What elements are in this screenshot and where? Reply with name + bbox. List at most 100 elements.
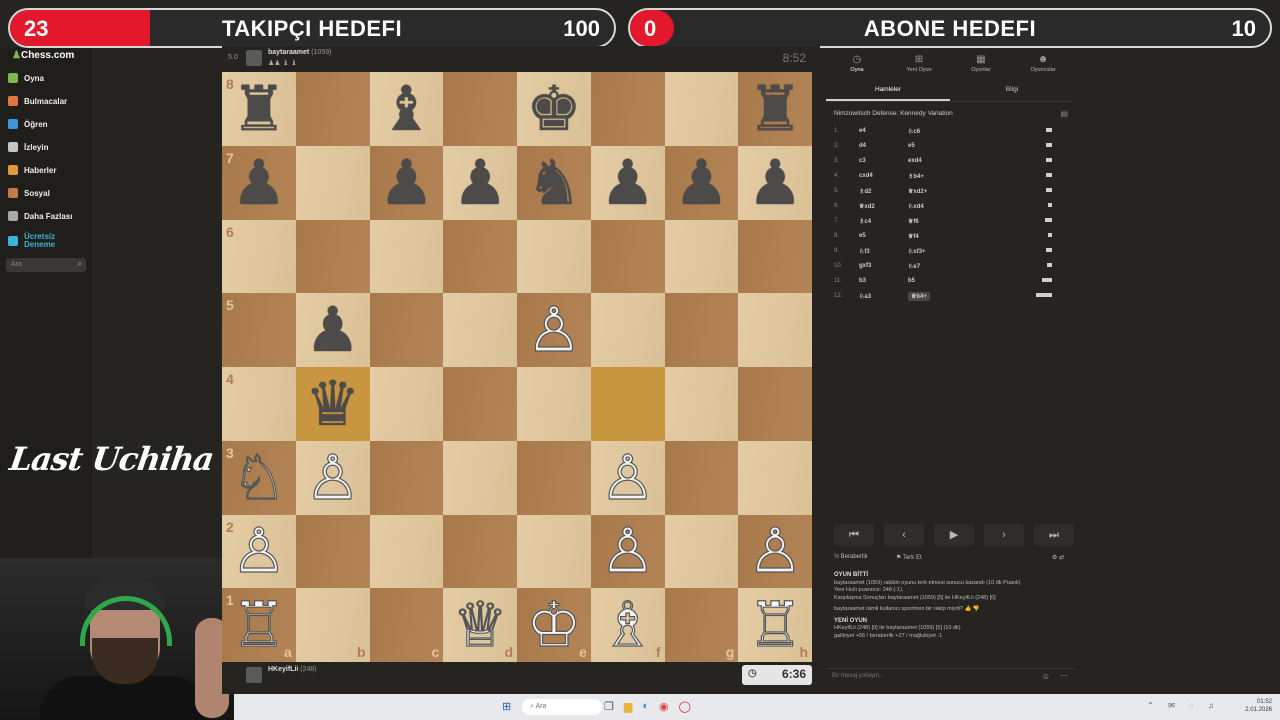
square-d5[interactable] [443,293,517,367]
black-move[interactable]: e5 [908,143,915,149]
subtab-0[interactable]: Hamleler [826,80,950,101]
tab-1[interactable]: ⊞ Yeni Oyun [888,48,950,78]
sidebar-item-0[interactable]: Oyna [8,70,44,86]
square-e8[interactable]: ♚ [517,72,591,146]
subtab-1[interactable]: Bilgi [950,80,1074,101]
square-b5[interactable]: ♟ [295,293,370,367]
sidebar-search-input[interactable]: Ara ⌕ [6,258,86,272]
black-pawn-piece[interactable]: ♟ [231,151,287,214]
top-player-name[interactable]: baytaraamet (1059) [268,49,331,56]
white-move[interactable]: ♗d2 [859,188,871,195]
square-g4[interactable] [664,367,739,441]
square-b8[interactable] [295,72,370,146]
white-pawn-piece[interactable]: ♙ [525,298,582,361]
thumbs-up-icon[interactable]: 👍 [965,606,972,612]
black-queen-piece[interactable]: ♛ [305,372,361,435]
white-knight-piece[interactable]: ♘ [230,446,287,509]
more-icon[interactable]: ⋯ [1060,671,1068,680]
square-h4[interactable] [738,367,812,441]
square-g3[interactable] [664,440,739,515]
square-f7[interactable]: ♟ [590,145,665,220]
square-h8[interactable]: ♜ [738,72,812,146]
chess-board[interactable]: 8 ♜ ♝ ♚ ♜ 7 ♟ ♟ ♟ ♞ ♟ ♟ ♟ 6 5 ♟ ♙ 4 ♛ 3 ♘ ♙ ♙ 2 ♙ ♙ ♙ 1 a ♖ b c d ♕ e ♔ f ♗ g h… [222,72,812,662]
square-d6[interactable] [443,219,517,294]
chrome-icon[interactable]: ◉ [659,700,669,713]
white-move[interactable]: d4 [859,143,866,149]
black-move[interactable]: ♕f4 [908,233,919,240]
white-rook-piece[interactable]: ♖ [230,593,287,656]
black-move[interactable]: ♘xf3+ [908,248,926,255]
sidebar-item-4[interactable]: Haberler [8,162,56,178]
square-a5[interactable]: 5 [222,293,296,367]
black-pawn-piece[interactable]: ♟ [600,151,656,214]
next-move-button[interactable]: › [984,524,1024,546]
square-g8[interactable] [664,72,739,146]
task-view-icon[interactable]: ❐ [604,700,614,713]
white-move[interactable]: gxf3 [859,263,871,269]
settings-icon[interactable]: ⚙ ⇄ [1052,554,1064,561]
white-move[interactable]: ♗c4 [859,218,871,225]
black-move[interactable]: ♘e7 [908,263,920,270]
white-pawn-piece[interactable]: ♙ [599,519,656,582]
square-c2[interactable] [369,514,444,589]
black-knight-piece[interactable]: ♞ [526,151,582,214]
system-tray-icons[interactable]: ⌃ ✉ ◌ ♫ [1147,701,1220,710]
white-move[interactable]: cxd4 [859,173,873,179]
opera-icon[interactable]: ◯ [679,700,691,713]
resign-button[interactable]: ⚑ Terk Et [896,554,922,561]
last-move-button[interactable]: ⏭ [1034,524,1074,546]
black-move[interactable]: ♕b4+ [908,292,930,301]
black-pawn-piece[interactable]: ♟ [305,299,361,361]
first-move-button[interactable]: ⏮ [834,524,874,546]
white-pawn-piece[interactable]: ♙ [230,519,287,582]
sidebar-item-1[interactable]: Bulmacalar [8,93,67,109]
bottom-player-name[interactable]: HKeyifLii (248) [268,666,317,673]
square-a4[interactable]: 4 [222,367,296,441]
tab-0[interactable]: ◷ Oyna [826,48,888,78]
square-d4[interactable] [443,367,517,441]
square-h3[interactable] [738,440,812,515]
square-a8[interactable]: 8 ♜ [222,72,296,146]
thumbs-down-icon[interactable]: 👎 [973,606,980,612]
white-rook-piece[interactable]: ♖ [747,593,804,656]
square-h7[interactable]: ♟ [738,145,812,220]
black-move[interactable]: ♕f6 [908,218,919,225]
square-f3[interactable]: ♙ [590,440,665,515]
square-c6[interactable] [369,219,444,294]
white-move[interactable]: b3 [859,278,866,284]
square-e4[interactable] [517,367,591,441]
square-d2[interactable] [443,514,517,589]
square-g5[interactable] [664,293,739,367]
square-f8[interactable] [590,72,665,146]
file-explorer-icon[interactable]: ▆ [624,700,632,713]
square-f1[interactable]: f ♗ [590,588,665,662]
white-move[interactable]: e5 [859,233,866,239]
black-rook-piece[interactable]: ♜ [747,77,803,140]
square-c7[interactable]: ♟ [369,145,444,220]
square-c3[interactable] [369,440,444,515]
square-g7[interactable]: ♟ [664,145,739,220]
white-move[interactable]: ♕xd2 [859,203,875,210]
taskbar-search[interactable]: ⌕ Ara [522,699,602,715]
prev-move-button[interactable]: ‹ [884,524,924,546]
sidebar-item-5[interactable]: Sosyal [8,185,50,201]
black-pawn-piece[interactable]: ♟ [674,151,730,214]
square-a3[interactable]: 3 ♘ [222,440,296,515]
square-h6[interactable] [738,219,812,294]
black-move[interactable]: exd4 [908,158,922,164]
square-f2[interactable]: ♙ [590,514,665,589]
black-move[interactable]: ♗b4+ [908,173,924,180]
white-move[interactable]: ♘a3 [859,293,871,300]
white-king-piece[interactable]: ♔ [525,593,582,656]
square-f4[interactable] [590,367,665,441]
white-queen-piece[interactable]: ♕ [452,593,509,656]
black-bishop-piece[interactable]: ♝ [379,77,435,140]
bottom-player-avatar[interactable] [246,667,262,683]
square-a6[interactable]: 6 [222,219,296,294]
square-d7[interactable]: ♟ [443,145,517,220]
white-move[interactable]: e4 [859,128,866,134]
square-e7[interactable]: ♞ [517,145,591,220]
draw-button[interactable]: ½ Beraberlik [834,554,868,560]
square-g6[interactable] [664,219,739,294]
square-c8[interactable]: ♝ [369,72,444,146]
